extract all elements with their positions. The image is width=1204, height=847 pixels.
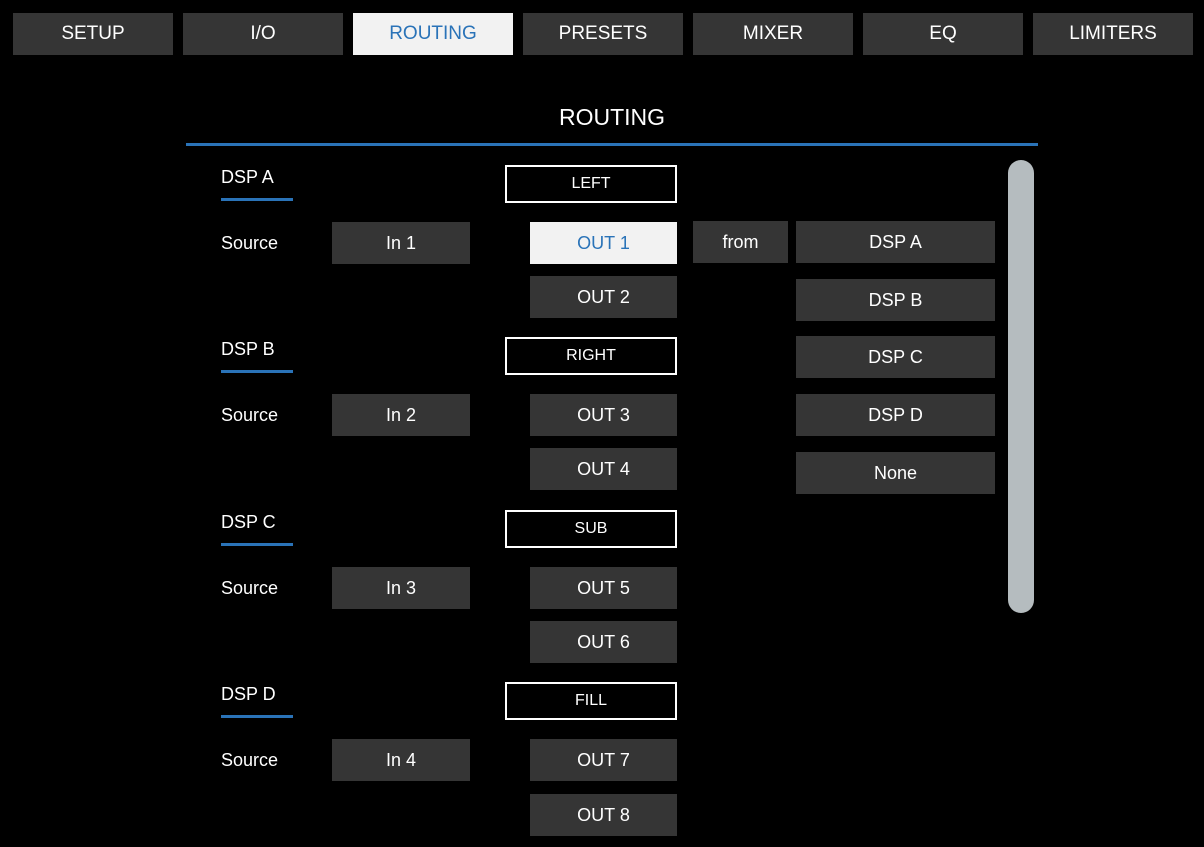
- from-option-none[interactable]: None: [796, 452, 995, 494]
- tab-setup[interactable]: SETUP: [13, 13, 173, 55]
- group-sub-header: SUB: [505, 510, 677, 548]
- group-left-header: LEFT: [505, 165, 677, 203]
- dsp-c-source-label: Source: [221, 577, 279, 598]
- dsp-b-source-label: Source: [221, 404, 279, 425]
- dsp-a-underline: [221, 198, 293, 201]
- output-out-8-button[interactable]: OUT 8: [530, 794, 677, 836]
- dsp-a-label: DSP A: [221, 167, 274, 187]
- top-tab-bar: SETUP I/O ROUTING PRESETS MIXER EQ LIMIT…: [0, 0, 1204, 56]
- group-fill-header: FILL: [505, 682, 677, 720]
- output-out-4-button[interactable]: OUT 4: [530, 448, 677, 490]
- tab-routing[interactable]: ROUTING: [353, 13, 513, 55]
- dsp-a-source-label: Source: [221, 232, 279, 253]
- from-option-dsp-c[interactable]: DSP C: [796, 336, 995, 378]
- dsp-d-source-label: Source: [221, 749, 279, 770]
- group-right-header: RIGHT: [505, 337, 677, 375]
- from-option-dsp-b[interactable]: DSP B: [796, 279, 995, 321]
- from-option-dsp-d[interactable]: DSP D: [796, 394, 995, 436]
- output-out-1-button[interactable]: OUT 1: [530, 222, 677, 264]
- output-out-2-button[interactable]: OUT 2: [530, 276, 677, 318]
- dsp-d-underline: [221, 715, 293, 718]
- dsp-c-label: DSP C: [221, 512, 276, 532]
- dsp-a-source-select[interactable]: In 1: [332, 222, 470, 264]
- from-label: from: [693, 221, 788, 263]
- output-out-6-button[interactable]: OUT 6: [530, 621, 677, 663]
- dsp-c-source-select[interactable]: In 3: [332, 567, 470, 609]
- from-option-dsp-a[interactable]: DSP A: [796, 221, 995, 263]
- title-divider: [186, 143, 1038, 146]
- tab-limiters[interactable]: LIMITERS: [1033, 13, 1193, 55]
- dsp-b-underline: [221, 370, 293, 373]
- tab-io[interactable]: I/O: [183, 13, 343, 55]
- scrollbar-thumb[interactable]: [1008, 160, 1034, 613]
- dsp-b-heading: DSP B: [221, 337, 293, 373]
- dsp-a-heading: DSP A: [221, 165, 293, 201]
- tab-eq[interactable]: EQ: [863, 13, 1023, 55]
- output-out-3-button[interactable]: OUT 3: [530, 394, 677, 436]
- dsp-b-source-select[interactable]: In 2: [332, 394, 470, 436]
- tab-presets[interactable]: PRESETS: [523, 13, 683, 55]
- tab-mixer[interactable]: MIXER: [693, 13, 853, 55]
- dsp-d-source-select[interactable]: In 4: [332, 739, 470, 781]
- output-out-5-button[interactable]: OUT 5: [530, 567, 677, 609]
- dsp-d-heading: DSP D: [221, 682, 293, 718]
- page-title: ROUTING: [558, 104, 666, 130]
- output-out-7-button[interactable]: OUT 7: [530, 739, 677, 781]
- dsp-b-label: DSP B: [221, 339, 275, 359]
- dsp-d-label: DSP D: [221, 684, 276, 704]
- dsp-c-underline: [221, 543, 293, 546]
- dsp-c-heading: DSP C: [221, 510, 293, 546]
